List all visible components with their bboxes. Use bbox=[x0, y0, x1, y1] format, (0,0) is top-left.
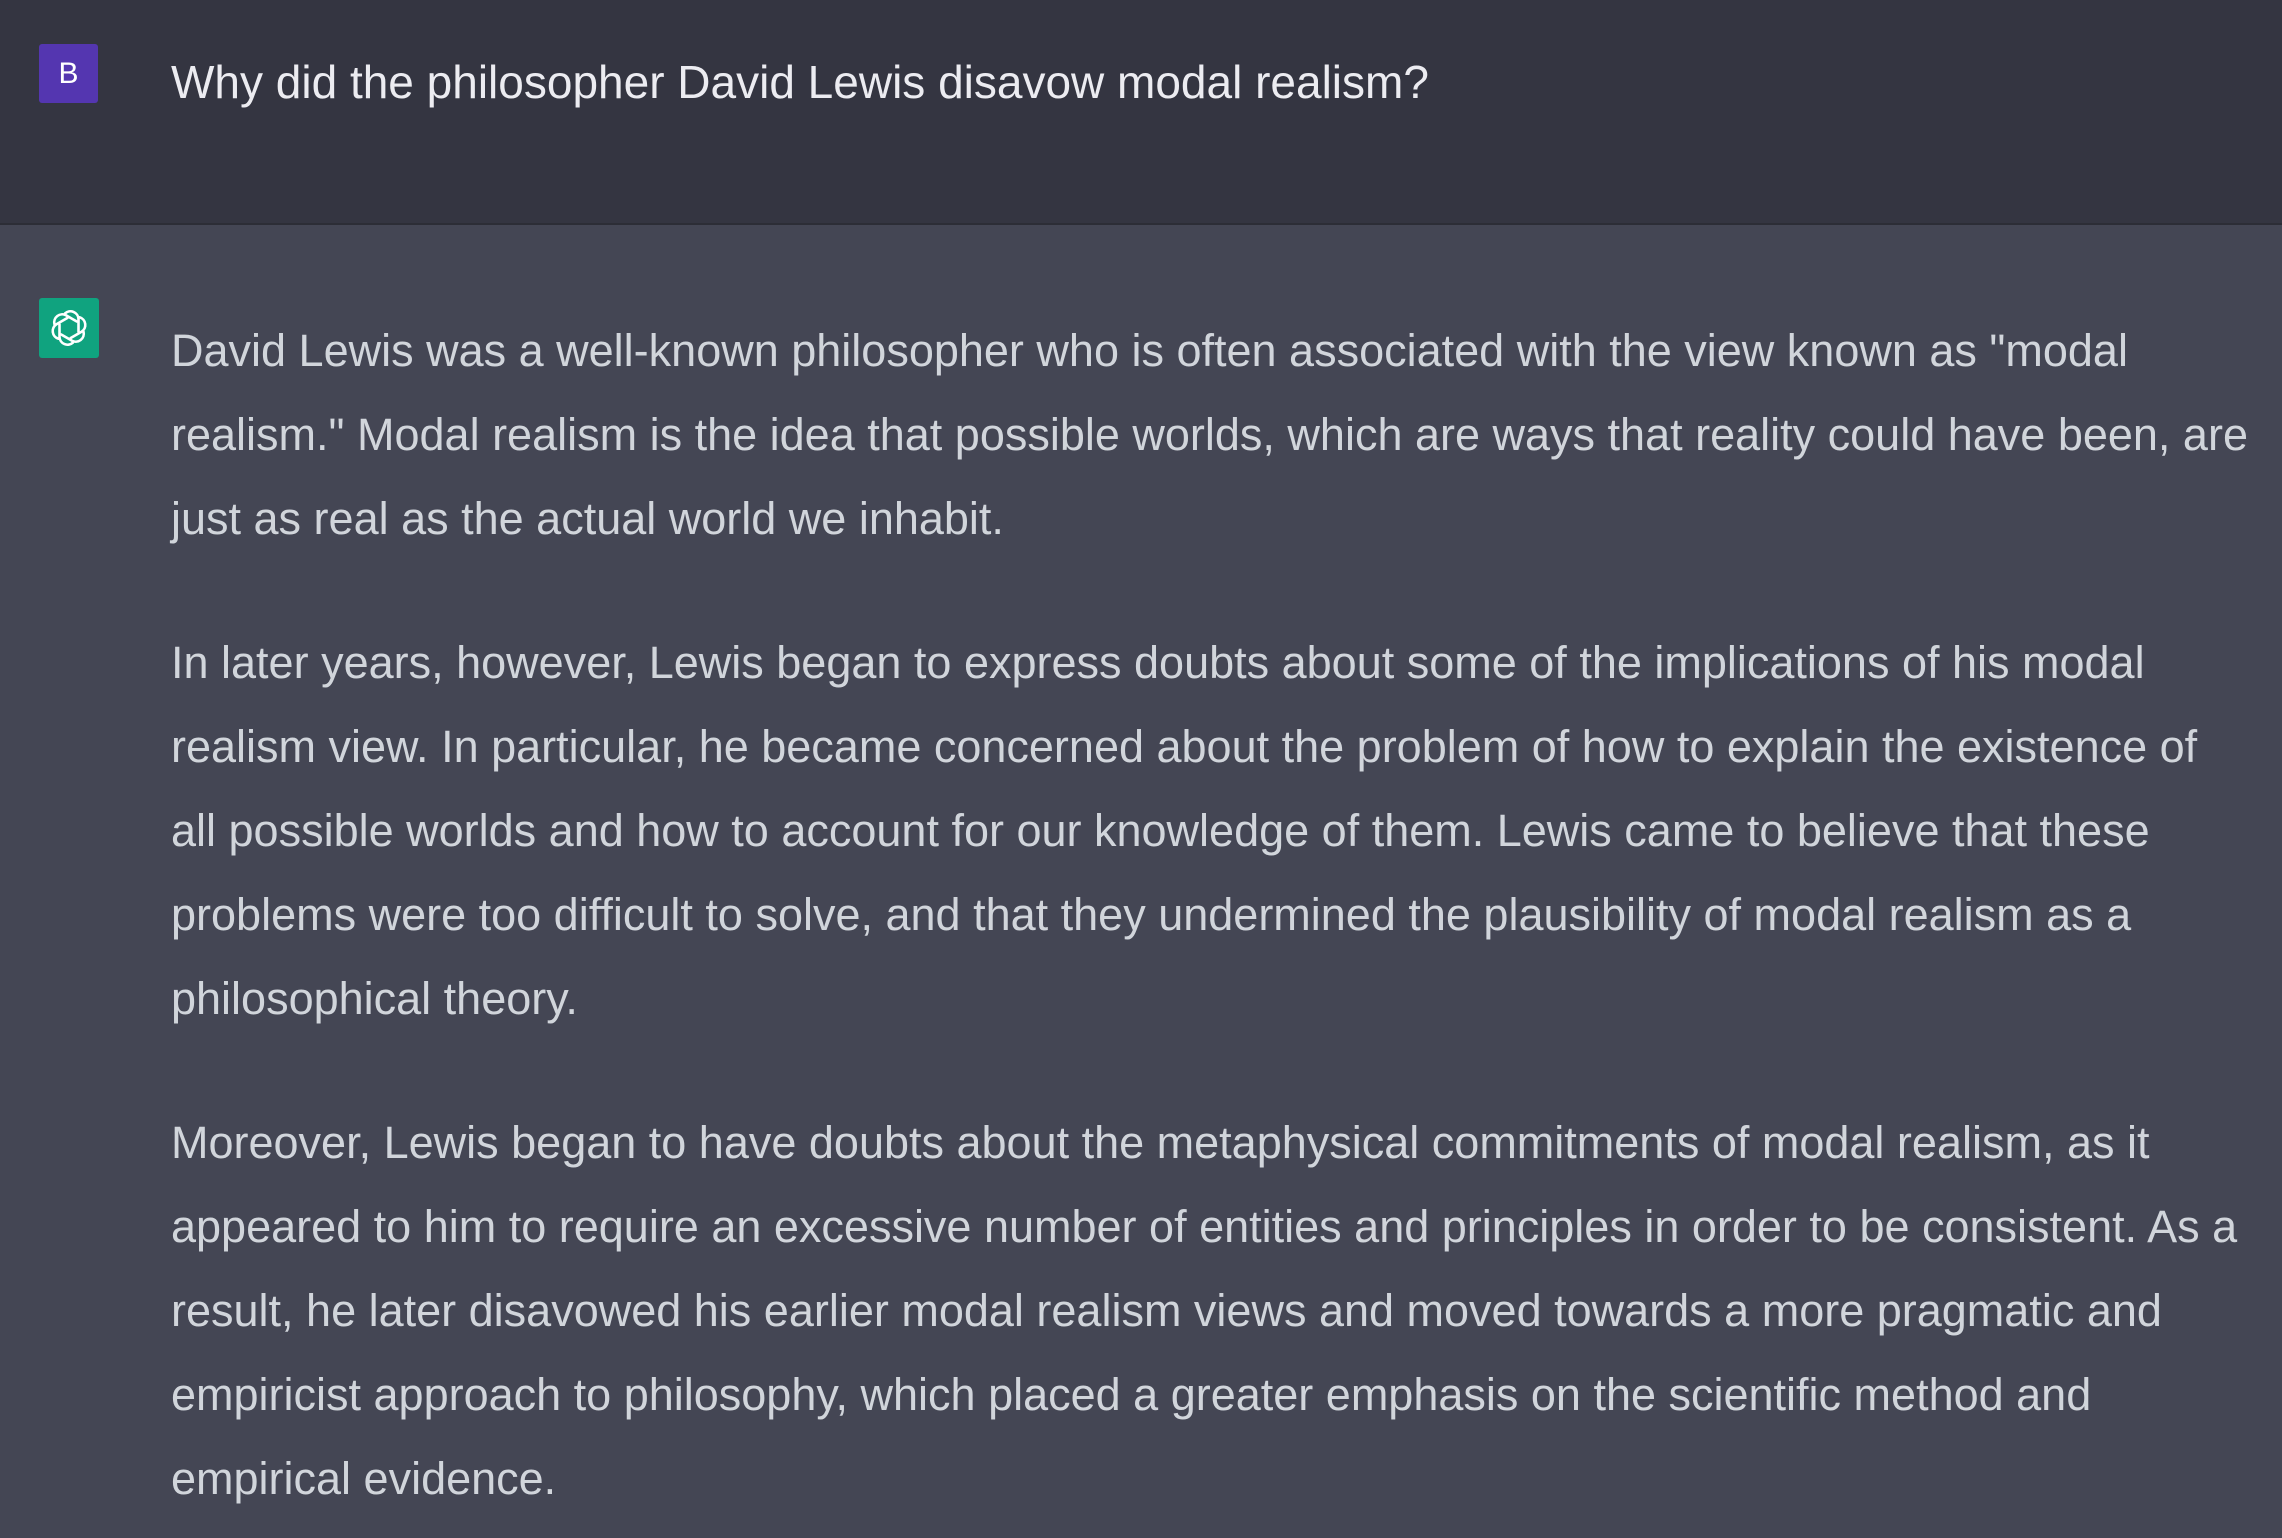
answer-paragraph-1: David Lewis was a well-known philosopher… bbox=[171, 325, 2248, 544]
answer-paragraph-2: In later years, however, Lewis began to … bbox=[171, 637, 2198, 1024]
assistant-message-text: David Lewis was a well-known philosopher… bbox=[171, 309, 2251, 1521]
assistant-message-row: David Lewis was a well-known philosopher… bbox=[0, 225, 2282, 1538]
user-avatar: B bbox=[39, 44, 98, 103]
openai-logo-icon bbox=[51, 310, 87, 346]
assistant-avatar bbox=[39, 298, 99, 358]
answer-paragraph-3: Moreover, Lewis began to have doubts abo… bbox=[171, 1117, 2238, 1504]
user-message-row: B Why did the philosopher David Lewis di… bbox=[0, 0, 2282, 225]
user-message-text: Why did the philosopher David Lewis disa… bbox=[171, 56, 1429, 108]
